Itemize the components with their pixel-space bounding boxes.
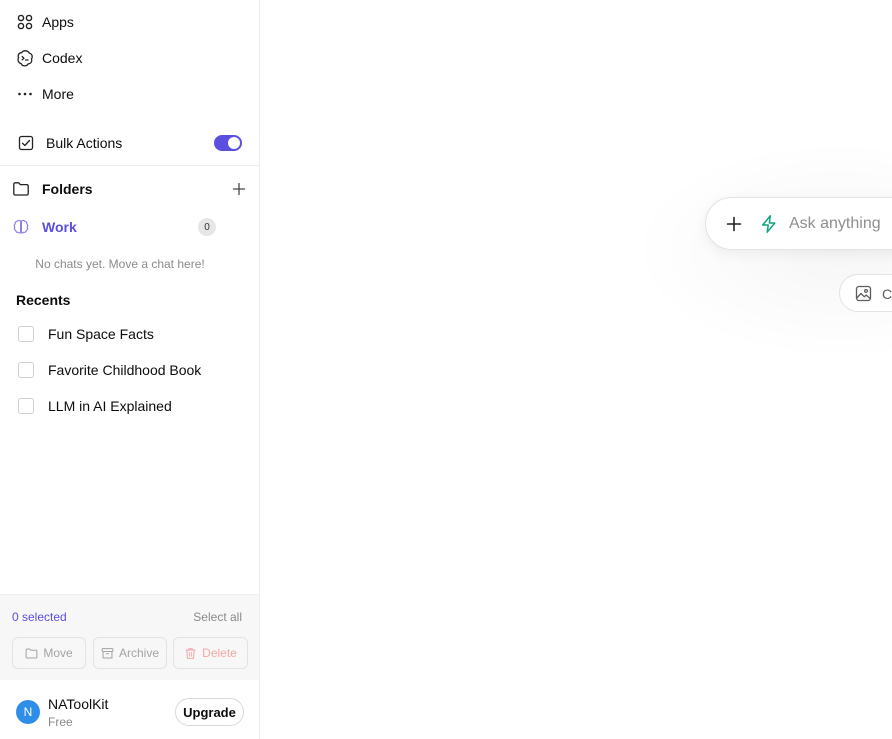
bulk-actions-row: Bulk Actions: [18, 131, 244, 155]
nav-item-codex-label: Codex: [42, 50, 83, 66]
archive-button-label: Archive: [118, 646, 159, 660]
bulk-actions-label: Bulk Actions: [46, 135, 123, 151]
chat-count-badge: 0: [198, 218, 216, 236]
composer-placeholder[interactable]: Ask anything: [789, 215, 881, 233]
folder-icon: [25, 648, 38, 658]
recent-chat-item[interactable]: Fun Space Facts: [18, 324, 154, 344]
delete-button[interactable]: Delete: [173, 637, 248, 669]
chat-select-checkbox[interactable]: [18, 398, 34, 414]
folder-work-label: Work: [42, 219, 77, 235]
move-button-label: Move: [43, 646, 73, 660]
add-folder-icon[interactable]: [230, 180, 248, 198]
chat-composer[interactable]: Ask anything: [705, 197, 892, 250]
divider: [0, 165, 259, 166]
user-plan: Free: [48, 715, 73, 729]
background-glow: [630, 140, 892, 360]
chat-select-checkbox[interactable]: [18, 326, 34, 342]
user-profile[interactable]: N NAToolKit Free Upgrade: [0, 680, 259, 739]
bolt-icon[interactable]: [759, 214, 779, 234]
folders-header[interactable]: Folders: [12, 177, 248, 201]
selected-count: 0 selected: [12, 610, 67, 624]
folders-label: Folders: [42, 181, 93, 197]
recent-chat-item[interactable]: LLM in AI Explained: [18, 396, 172, 416]
archive-icon: [101, 647, 114, 658]
recent-chat-title: Fun Space Facts: [48, 326, 154, 342]
recents-title: Recents: [16, 292, 71, 308]
toggle-knob: [228, 137, 240, 149]
bulk-actions-toggle[interactable]: [214, 135, 242, 151]
plus-icon[interactable]: [725, 215, 743, 233]
main-area: Ask anything Cr: [260, 0, 892, 739]
upgrade-button[interactable]: Upgrade: [175, 698, 244, 726]
apps-grid-icon: [17, 14, 33, 30]
folder-icon: [13, 182, 29, 196]
recent-chat-title: LLM in AI Explained: [48, 398, 172, 414]
image-icon: [855, 285, 872, 302]
delete-button-label: Delete: [202, 646, 237, 660]
trash-icon: [185, 647, 196, 659]
nav-item-codex[interactable]: Codex: [16, 44, 82, 72]
sidebar: Apps Codex More Bulk Actions Folders Wor…: [0, 0, 260, 739]
user-name: NAToolKit: [48, 696, 109, 712]
nav-item-apps-label: Apps: [42, 14, 74, 30]
checkbox-square-icon: [18, 135, 34, 151]
nav-item-apps[interactable]: Apps: [16, 8, 74, 36]
chat-select-checkbox[interactable]: [18, 362, 34, 378]
select-all-link[interactable]: Select all: [193, 610, 242, 624]
create-image-chip[interactable]: Cr: [839, 274, 892, 312]
archive-button[interactable]: Archive: [93, 637, 167, 669]
avatar: N: [16, 700, 40, 724]
chip-label: Cr: [882, 286, 892, 302]
more-dots-icon: [18, 92, 32, 96]
nav-item-more[interactable]: More: [16, 80, 74, 108]
folder-work[interactable]: Work 0: [12, 215, 216, 239]
brain-icon: [13, 219, 29, 234]
empty-folder-note: No chats yet. Move a chat here!: [35, 257, 205, 271]
move-button[interactable]: Move: [12, 637, 86, 669]
recent-chat-title: Favorite Childhood Book: [48, 362, 202, 378]
nav-item-more-label: More: [42, 86, 74, 102]
bulk-actions-footer: 0 selected Select all Move Archive Delet…: [0, 594, 259, 680]
recent-chat-item[interactable]: Favorite Childhood Book: [18, 360, 201, 380]
codex-icon: [17, 50, 33, 67]
